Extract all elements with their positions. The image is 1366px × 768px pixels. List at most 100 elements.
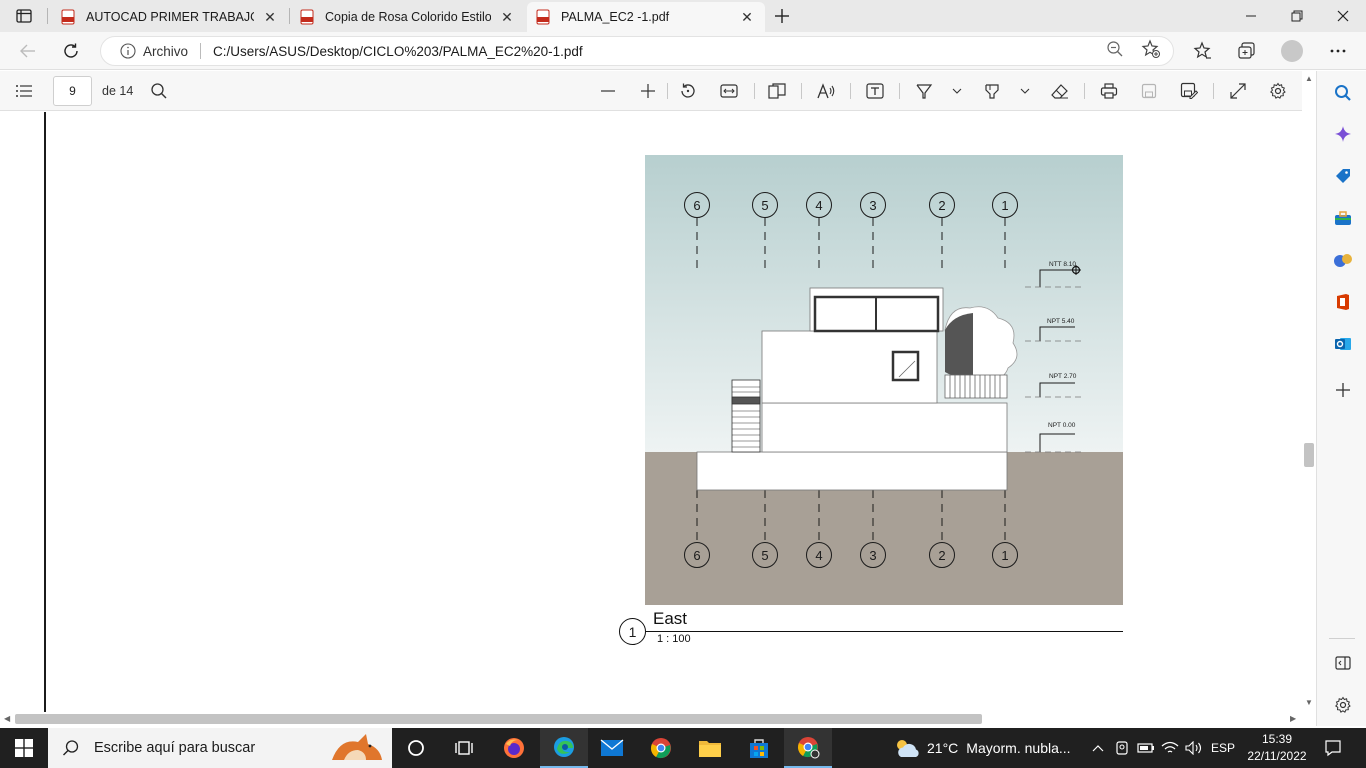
scroll-up-arrow-icon[interactable]: ▲ <box>1305 74 1313 83</box>
contents-button[interactable] <box>10 77 38 105</box>
sidebar-hide-button[interactable] <box>1330 650 1356 676</box>
url-text[interactable]: C:/Users/ASUS/Desktop/CICLO%203/PALMA_EC… <box>213 44 583 59</box>
profile-button[interactable] <box>1278 37 1306 65</box>
sidebar-shopping-button[interactable] <box>1330 163 1356 189</box>
sidebar-games-button[interactable] <box>1330 247 1356 273</box>
sidebar-discover-button[interactable] <box>1330 121 1356 147</box>
minimize-button[interactable] <box>1228 0 1274 32</box>
tab-actions-button[interactable] <box>8 5 40 27</box>
small-window <box>891 350 920 382</box>
scroll-right-arrow-icon[interactable]: ▶ <box>1290 714 1296 723</box>
info-icon[interactable] <box>119 42 137 60</box>
meet-now-tray-icon[interactable] <box>1111 728 1133 768</box>
search-placeholder: Escribe aquí para buscar <box>94 740 256 756</box>
sidebar-settings-button[interactable] <box>1330 692 1356 718</box>
find-button[interactable] <box>145 77 173 105</box>
toolbox-icon <box>1335 211 1351 225</box>
cortana-button[interactable] <box>392 728 440 768</box>
language-indicator[interactable]: ESP <box>1208 728 1238 768</box>
refresh-button[interactable] <box>57 37 85 65</box>
collections-button[interactable] <box>1232 37 1260 65</box>
draw-button[interactable] <box>910 77 938 105</box>
zoom-in-button[interactable] <box>634 77 662 105</box>
zoom-button[interactable] <box>1102 36 1128 62</box>
chrome-taskbar-button[interactable] <box>637 728 685 768</box>
pdf-document-area[interactable]: NTT 8.10 NPT 5.40 NPT 2.70 NPT 0.00 6 5 … <box>0 112 1302 712</box>
weather-widget[interactable]: 21°C Mayorm. nubla... <box>893 728 1071 768</box>
pdf-toolbar: 9 de 14 <box>0 71 1316 111</box>
rotate-icon <box>681 83 695 98</box>
toolbar-separator <box>899 83 900 99</box>
add-favorite-button[interactable] <box>1138 36 1164 62</box>
folder-icon <box>699 741 721 757</box>
edge-taskbar-button[interactable] <box>540 728 588 768</box>
weather-temp: 21°C <box>927 740 959 756</box>
show-hidden-icons-button[interactable] <box>1087 728 1109 768</box>
tab-copia-rosa[interactable]: Copia de Rosa Colorido Estilo Se ✕ <box>291 2 525 32</box>
pdf-settings-button[interactable] <box>1264 77 1292 105</box>
page-view-button[interactable] <box>763 77 791 105</box>
horizontal-scrollbar[interactable]: ◀ ▶ <box>0 712 1302 726</box>
outlook-icon <box>1335 338 1351 350</box>
more-dots-icon <box>1330 49 1346 53</box>
zoom-out-button[interactable] <box>594 77 622 105</box>
sidebar-add-button[interactable] <box>1330 377 1356 403</box>
store-taskbar-button[interactable] <box>735 728 783 768</box>
restore-button[interactable] <box>1274 0 1320 32</box>
highlight-button[interactable] <box>978 77 1006 105</box>
tab-autocad[interactable]: AUTOCAD PRIMER TRABAJO.pdf ✕ <box>52 2 288 32</box>
vertical-scroll-thumb[interactable] <box>1304 443 1314 467</box>
file-explorer-taskbar-button[interactable] <box>686 728 734 768</box>
notifications-button[interactable] <box>1318 728 1348 768</box>
mail-taskbar-button[interactable] <box>588 728 636 768</box>
close-tab-icon[interactable]: ✕ <box>497 7 517 27</box>
scroll-down-arrow-icon[interactable]: ▼ <box>1305 698 1313 707</box>
volume-tray-icon[interactable] <box>1183 728 1205 768</box>
close-tab-icon[interactable]: ✕ <box>737 7 757 27</box>
taskbar-search-box[interactable]: Escribe aquí para buscar <box>48 728 392 768</box>
network-tray-icon[interactable] <box>1159 728 1181 768</box>
rotate-button[interactable] <box>674 77 702 105</box>
firefox-taskbar-button[interactable] <box>490 728 538 768</box>
start-button[interactable] <box>0 728 48 768</box>
search-icon <box>151 83 167 99</box>
new-tab-button[interactable] <box>770 4 794 28</box>
battery-tray-icon[interactable] <box>1135 728 1157 768</box>
sidebar-office-button[interactable] <box>1330 289 1356 315</box>
save-as-button[interactable] <box>1175 77 1203 105</box>
omnibox[interactable]: Archivo C:/Users/ASUS/Desktop/CICLO%203/… <box>100 36 1174 66</box>
close-tab-icon[interactable]: ✕ <box>260 7 280 27</box>
draw-options-dropdown[interactable] <box>949 77 965 105</box>
vertical-scrollbar[interactable]: ▲ ▼ <box>1302 71 1316 712</box>
clock-date: 22/11/2022 <box>1247 749 1307 763</box>
read-aloud-button[interactable] <box>812 77 840 105</box>
add-text-button[interactable] <box>861 77 889 105</box>
grid-label: 4 <box>815 548 822 563</box>
favorites-button[interactable] <box>1188 37 1216 65</box>
speaker-icon <box>1185 741 1202 755</box>
restore-icon <box>1291 10 1303 22</box>
settings-more-button[interactable] <box>1324 37 1352 65</box>
back-button[interactable] <box>14 37 42 65</box>
sidebar-tools-button[interactable] <box>1330 205 1356 231</box>
scroll-left-arrow-icon[interactable]: ◀ <box>4 714 10 723</box>
zoom-out-icon <box>1107 41 1123 57</box>
page-number-input[interactable]: 9 <box>53 76 92 106</box>
list-icon <box>16 85 32 97</box>
save-button[interactable] <box>1135 77 1163 105</box>
taskbar-clock[interactable]: 15:39 22/11/2022 <box>1246 731 1308 765</box>
close-window-button[interactable] <box>1320 0 1366 32</box>
sidebar-search-button[interactable] <box>1330 80 1356 106</box>
chrome-profile-taskbar-button[interactable] <box>784 728 832 768</box>
highlight-options-dropdown[interactable] <box>1017 77 1033 105</box>
windows-taskbar: Escribe aquí para buscar 21°C Mayorm. nu… <box>0 728 1366 768</box>
fit-width-button[interactable] <box>715 77 743 105</box>
print-button[interactable] <box>1095 77 1123 105</box>
tab-separator <box>289 8 290 24</box>
task-view-button[interactable] <box>440 728 488 768</box>
tab-palma-ec2[interactable]: PALMA_EC2 -1.pdf ✕ <box>527 2 765 32</box>
horizontal-scroll-thumb[interactable] <box>15 714 982 724</box>
fullscreen-button[interactable] <box>1224 77 1252 105</box>
erase-button[interactable] <box>1046 77 1074 105</box>
sidebar-outlook-button[interactable] <box>1330 331 1356 357</box>
